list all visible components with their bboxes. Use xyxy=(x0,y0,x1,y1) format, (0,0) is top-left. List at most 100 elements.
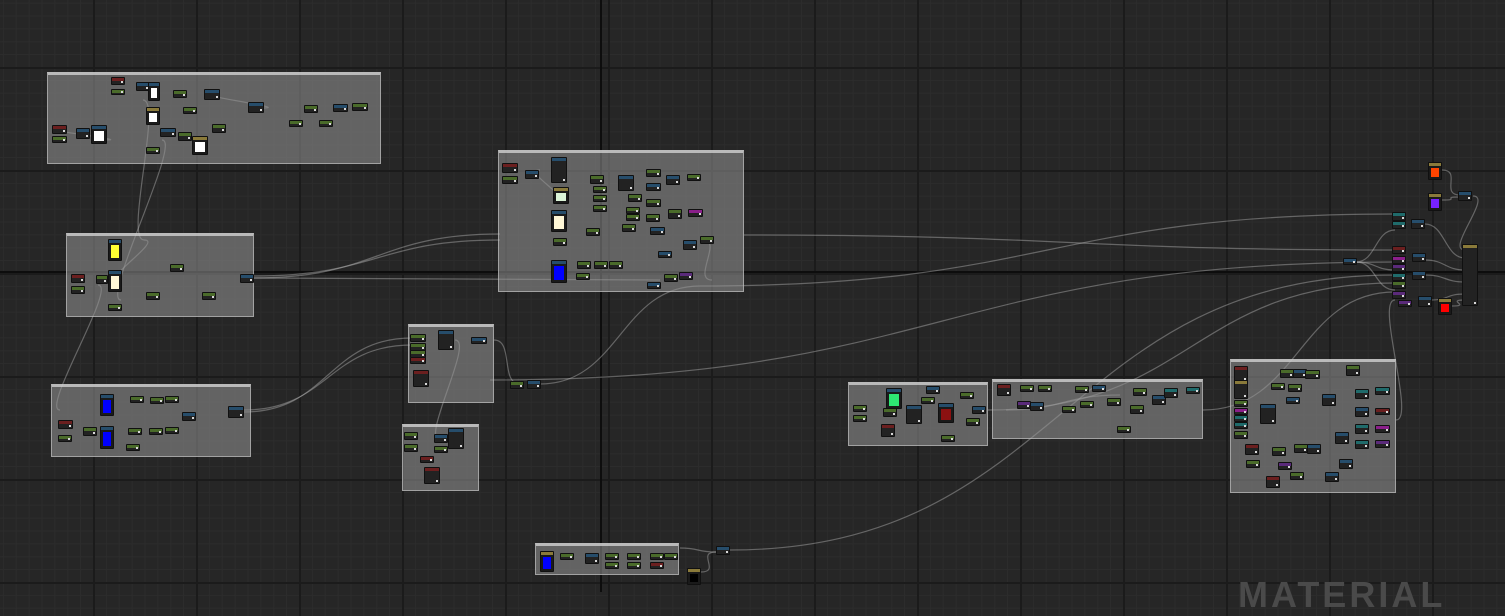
output-pin[interactable] xyxy=(1365,445,1367,447)
parameter-node[interactable] xyxy=(1278,462,1292,470)
parameter-node[interactable] xyxy=(679,272,693,280)
output-pin[interactable] xyxy=(69,425,71,427)
parameter-node[interactable] xyxy=(650,553,664,560)
output-pin[interactable] xyxy=(450,346,452,348)
output-pin[interactable] xyxy=(1345,440,1347,442)
parameter-node[interactable] xyxy=(921,397,935,404)
parameter-node[interactable] xyxy=(502,176,518,184)
output-pin[interactable] xyxy=(693,246,695,248)
output-pin[interactable] xyxy=(414,448,416,450)
parameter-node[interactable] xyxy=(1133,388,1147,396)
parameter-node[interactable] xyxy=(605,553,619,560)
parameter-node[interactable] xyxy=(1280,369,1294,378)
parameter-node[interactable] xyxy=(352,103,368,111)
parameter-node[interactable] xyxy=(1017,401,1031,409)
parameter-node[interactable] xyxy=(1271,383,1285,390)
output-pin[interactable] xyxy=(982,410,984,412)
output-pin[interactable] xyxy=(483,340,485,342)
parameter-node[interactable] xyxy=(1392,221,1406,229)
parameter-node[interactable] xyxy=(960,392,974,399)
texture-node[interactable] xyxy=(527,380,541,389)
parameter-node[interactable] xyxy=(1246,460,1260,468)
output-pin[interactable] xyxy=(212,296,214,298)
color-parameter-node[interactable] xyxy=(192,136,208,155)
output-pin[interactable] xyxy=(1365,395,1367,397)
math-node[interactable] xyxy=(1375,408,1390,415)
parameter-node[interactable] xyxy=(1355,424,1369,434)
color-parameter-node[interactable] xyxy=(938,403,954,423)
texture-node[interactable] xyxy=(525,170,539,179)
output-pin[interactable] xyxy=(159,431,161,433)
parameter-node[interactable] xyxy=(627,562,641,569)
output-pin[interactable] xyxy=(136,447,138,449)
color-parameter-node[interactable] xyxy=(886,388,902,409)
output-pin[interactable] xyxy=(444,449,446,451)
output-pin[interactable] xyxy=(156,150,158,152)
output-pin[interactable] xyxy=(674,556,676,558)
output-pin[interactable] xyxy=(422,354,424,356)
output-pin[interactable] xyxy=(657,173,659,175)
color-parameter-node[interactable] xyxy=(1438,298,1452,315)
output-pin[interactable] xyxy=(1090,404,1092,406)
output-pin[interactable] xyxy=(81,290,83,292)
parameter-node[interactable] xyxy=(1186,387,1200,394)
parameter-node[interactable] xyxy=(1355,440,1369,449)
color-parameter-node[interactable] xyxy=(687,568,701,585)
color-parameter-node[interactable] xyxy=(148,82,160,101)
texture-node[interactable] xyxy=(434,434,448,443)
parameter-node[interactable] xyxy=(1288,384,1302,392)
parameter-node[interactable] xyxy=(146,292,160,300)
output-pin[interactable] xyxy=(1402,285,1404,287)
parameter-node[interactable] xyxy=(1020,385,1034,392)
texture-node[interactable] xyxy=(471,337,487,344)
output-pin[interactable] xyxy=(1244,395,1246,397)
parameter-node[interactable] xyxy=(1392,281,1406,289)
output-pin[interactable] xyxy=(1007,392,1009,394)
output-pin[interactable] xyxy=(678,215,680,217)
output-pin[interactable] xyxy=(172,133,174,135)
output-pin[interactable] xyxy=(863,408,865,410)
output-pin[interactable] xyxy=(657,187,659,189)
output-pin[interactable] xyxy=(1402,268,1404,270)
output-pin[interactable] xyxy=(222,129,224,131)
parameter-node[interactable] xyxy=(58,435,72,442)
texture-node[interactable] xyxy=(906,405,922,424)
parameter-node[interactable] xyxy=(1392,273,1406,281)
output-pin[interactable] xyxy=(1402,250,1404,252)
output-pin[interactable] xyxy=(587,265,589,267)
parameter-node[interactable] xyxy=(128,428,142,435)
color-parameter-node[interactable] xyxy=(1428,193,1442,211)
texture-node[interactable] xyxy=(448,428,464,449)
output-pin[interactable] xyxy=(535,175,537,177)
texture-node[interactable] xyxy=(1418,296,1432,307)
texture-node[interactable] xyxy=(666,175,680,185)
parameter-node[interactable] xyxy=(560,553,574,560)
math-node[interactable] xyxy=(424,467,440,484)
color-parameter-node[interactable] xyxy=(553,187,569,204)
texture-node[interactable] xyxy=(1260,404,1276,424)
parameter-node[interactable] xyxy=(593,195,607,202)
texture-node[interactable] xyxy=(248,102,264,113)
output-pin[interactable] xyxy=(1272,420,1274,422)
texture-node[interactable] xyxy=(76,128,90,139)
parameter-node[interactable] xyxy=(1164,388,1178,398)
parameter-node[interactable] xyxy=(510,381,524,389)
output-pin[interactable] xyxy=(1408,303,1410,305)
parameter-node[interactable] xyxy=(150,397,164,404)
output-pin[interactable] xyxy=(1102,388,1104,390)
texture-node[interactable] xyxy=(1030,402,1044,411)
math-node[interactable] xyxy=(502,163,518,173)
parameter-node[interactable] xyxy=(1234,408,1248,415)
output-pin[interactable] xyxy=(1244,435,1246,437)
parameter-node[interactable] xyxy=(605,562,619,569)
output-pin[interactable] xyxy=(656,218,658,220)
math-node[interactable] xyxy=(1245,444,1259,455)
output-pin[interactable] xyxy=(1030,388,1032,390)
texture-node[interactable] xyxy=(1458,191,1472,201)
output-pin[interactable] xyxy=(1143,392,1145,394)
texture-node[interactable] xyxy=(1339,459,1353,469)
output-pin[interactable] xyxy=(299,123,301,125)
parameter-node[interactable] xyxy=(593,186,607,193)
output-pin[interactable] xyxy=(1402,277,1404,279)
output-pin[interactable] xyxy=(603,198,605,200)
